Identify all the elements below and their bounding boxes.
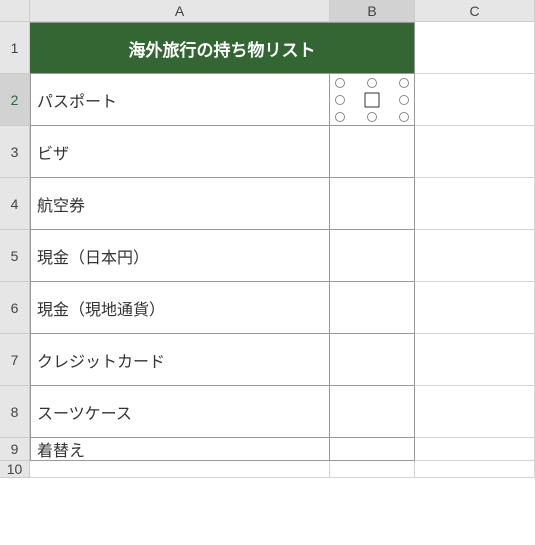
cell-c3[interactable] — [415, 126, 535, 178]
cell-c6[interactable] — [415, 282, 535, 334]
row-header-8[interactable]: 8 — [0, 386, 30, 438]
title-cell[interactable]: 海外旅行の持ち物リスト — [30, 22, 415, 74]
col-header-a[interactable]: A — [30, 0, 330, 22]
resize-handle-ml[interactable] — [335, 95, 345, 105]
row-header-4[interactable]: 4 — [0, 178, 30, 230]
cell-a7[interactable]: クレジットカード — [30, 334, 330, 386]
cell-b10[interactable] — [330, 461, 415, 478]
checkbox-object-selected[interactable] — [340, 83, 404, 117]
row-header-6[interactable]: 6 — [0, 282, 30, 334]
cell-b6[interactable] — [330, 282, 415, 334]
cell-a6[interactable]: 現金（現地通貨） — [30, 282, 330, 334]
row-header-1[interactable]: 1 — [0, 22, 30, 74]
cell-b9[interactable] — [330, 438, 415, 461]
row-header-2[interactable]: 2 — [0, 74, 30, 126]
row-header-3[interactable]: 3 — [0, 126, 30, 178]
resize-handle-bl[interactable] — [335, 112, 345, 122]
select-all-corner[interactable] — [0, 0, 30, 22]
row-header-10[interactable]: 10 — [0, 461, 30, 478]
resize-handle-tl[interactable] — [335, 78, 345, 88]
cell-c1[interactable] — [415, 22, 535, 74]
cell-b5[interactable] — [330, 230, 415, 282]
resize-handle-bc[interactable] — [367, 112, 377, 122]
cell-c10[interactable] — [415, 461, 535, 478]
cell-b2[interactable] — [330, 74, 415, 126]
cell-c8[interactable] — [415, 386, 535, 438]
cell-b8[interactable] — [330, 386, 415, 438]
col-header-b[interactable]: B — [330, 0, 415, 22]
cell-b7[interactable] — [330, 334, 415, 386]
cell-c7[interactable] — [415, 334, 535, 386]
row-header-5[interactable]: 5 — [0, 230, 30, 282]
resize-handle-tr[interactable] — [399, 78, 409, 88]
row-header-9[interactable]: 9 — [0, 438, 30, 461]
cell-a5[interactable]: 現金（日本円） — [30, 230, 330, 282]
row-header-7[interactable]: 7 — [0, 334, 30, 386]
cell-a2[interactable]: パスポート — [30, 74, 330, 126]
cell-c4[interactable] — [415, 178, 535, 230]
cell-c9[interactable] — [415, 438, 535, 461]
cell-a9[interactable]: 着替え — [30, 438, 330, 461]
cell-b4[interactable] — [330, 178, 415, 230]
cell-a8[interactable]: スーツケース — [30, 386, 330, 438]
resize-handle-tc[interactable] — [367, 78, 377, 88]
resize-handle-br[interactable] — [399, 112, 409, 122]
resize-handle-mr[interactable] — [399, 95, 409, 105]
col-header-c[interactable]: C — [415, 0, 535, 22]
checkbox-icon[interactable] — [365, 92, 380, 107]
cell-a4[interactable]: 航空券 — [30, 178, 330, 230]
cell-b3[interactable] — [330, 126, 415, 178]
cell-a3[interactable]: ビザ — [30, 126, 330, 178]
cell-c5[interactable] — [415, 230, 535, 282]
cell-c2[interactable] — [415, 74, 535, 126]
spreadsheet-grid: A B C 1 海外旅行の持ち物リスト 2 パスポート 3 ビザ 4 航空券 5… — [0, 0, 535, 478]
cell-a10[interactable] — [30, 461, 330, 478]
